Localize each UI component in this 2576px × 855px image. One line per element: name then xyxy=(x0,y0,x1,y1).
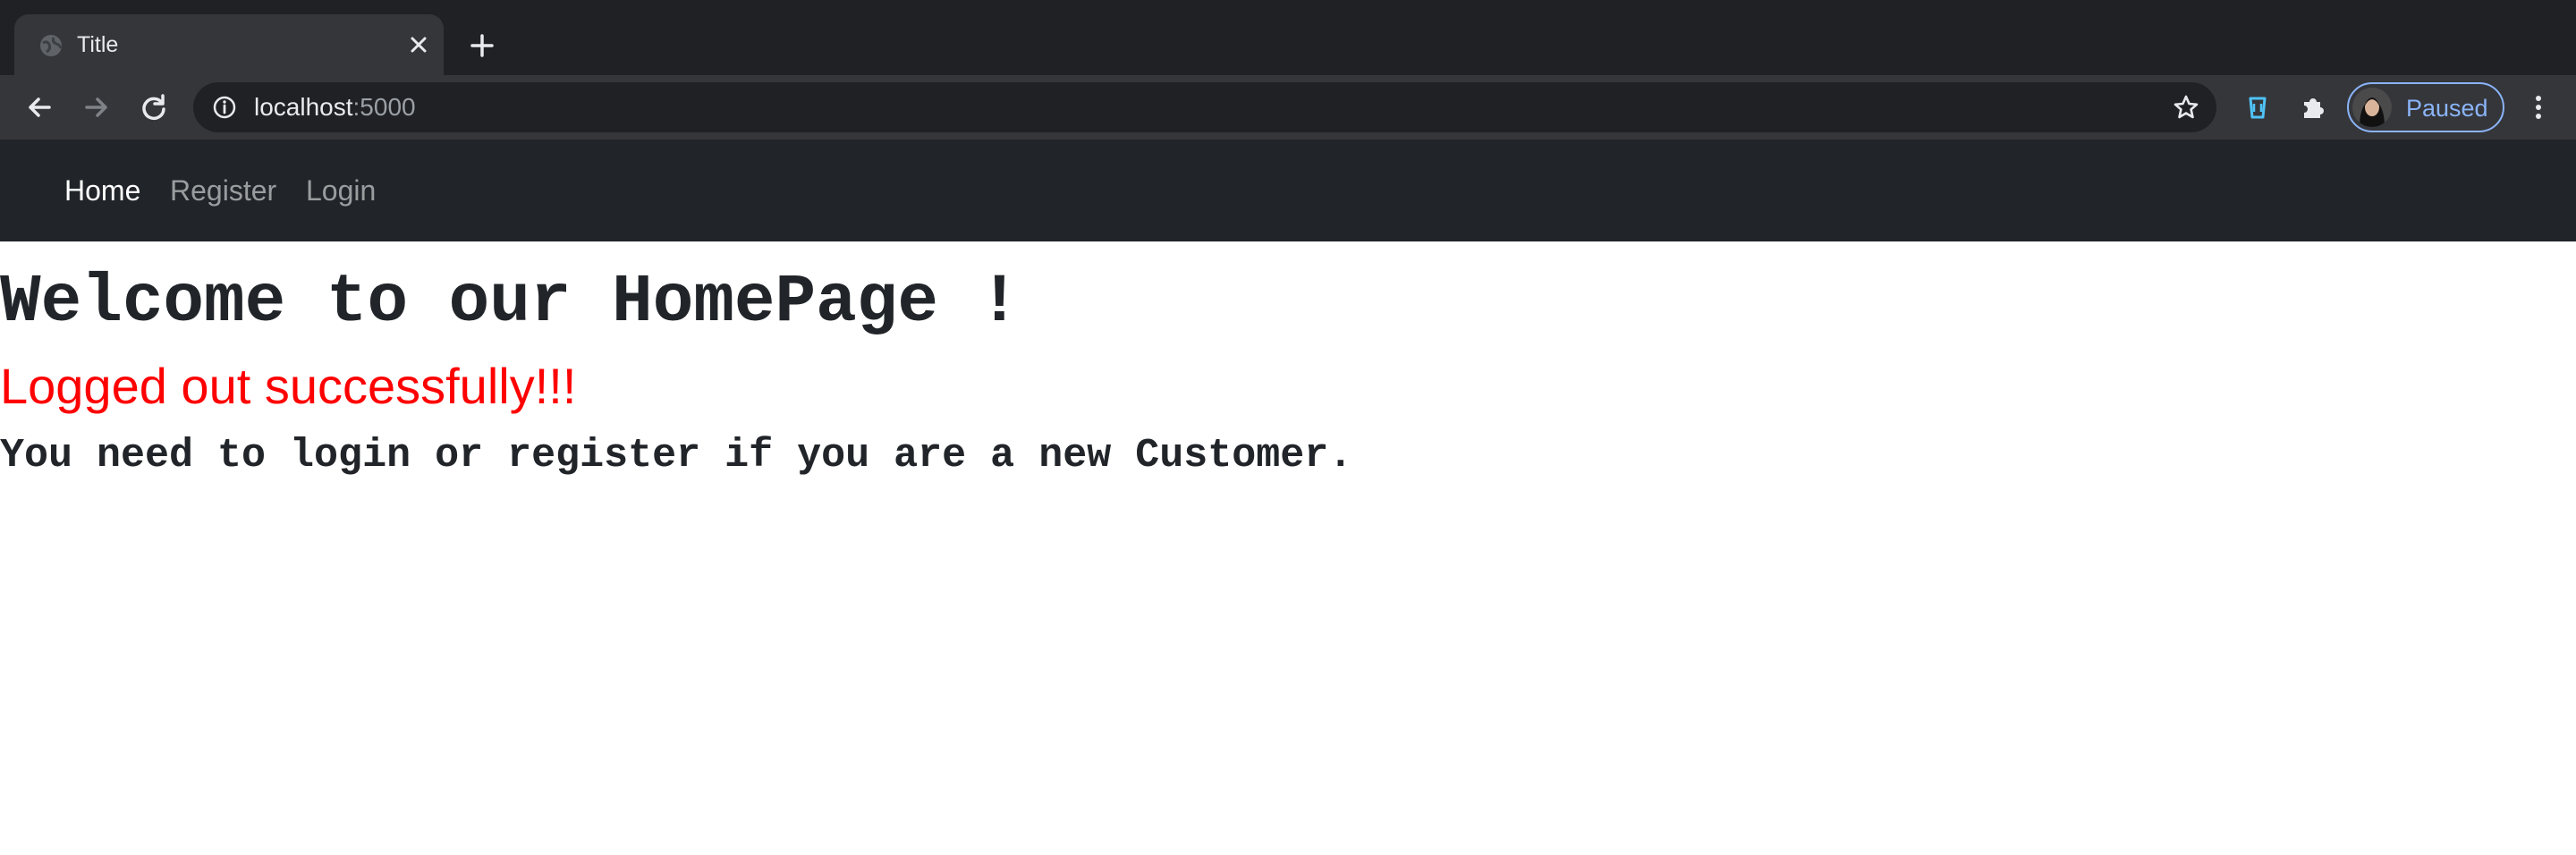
star-icon[interactable] xyxy=(2172,93,2200,122)
page-subtext: You need to login or register if you are… xyxy=(0,433,1353,478)
browser-tab[interactable]: Title xyxy=(14,14,444,75)
flash-message: Logged out successfully!!! xyxy=(0,358,577,414)
avatar xyxy=(2352,88,2392,127)
reload-icon[interactable] xyxy=(138,91,170,123)
browser-tabstrip: Title xyxy=(0,0,2576,75)
nav-link-register[interactable]: Register xyxy=(170,174,276,207)
arrow-left-icon[interactable] xyxy=(23,91,55,123)
nav-link-login[interactable]: Login xyxy=(306,174,376,207)
url-port: :5000 xyxy=(352,93,416,121)
close-icon[interactable] xyxy=(404,30,433,59)
address-bar[interactable]: localhost:5000 xyxy=(193,82,2216,132)
tab-title: Title xyxy=(77,32,119,57)
url-host: localhost xyxy=(254,93,353,121)
cup-icon[interactable] xyxy=(2241,91,2274,123)
info-icon[interactable] xyxy=(211,94,238,121)
page-title: Welcome to our HomePage ! xyxy=(0,264,1021,341)
nav-link-home[interactable]: Home xyxy=(64,174,140,207)
plus-icon[interactable] xyxy=(465,29,499,63)
kebab-menu-icon[interactable] xyxy=(2522,91,2555,123)
puzzle-icon[interactable] xyxy=(2297,91,2329,123)
browser-toolbar: localhost:5000 Paused xyxy=(0,75,2576,140)
arrow-right-icon[interactable] xyxy=(80,91,113,123)
profile-status: Paused xyxy=(2406,95,2488,122)
site-navbar: Home Register Login xyxy=(0,140,2576,241)
url-text[interactable]: localhost:5000 xyxy=(254,93,416,122)
profile-button[interactable]: Paused xyxy=(2347,82,2504,132)
globe-icon xyxy=(40,35,63,56)
